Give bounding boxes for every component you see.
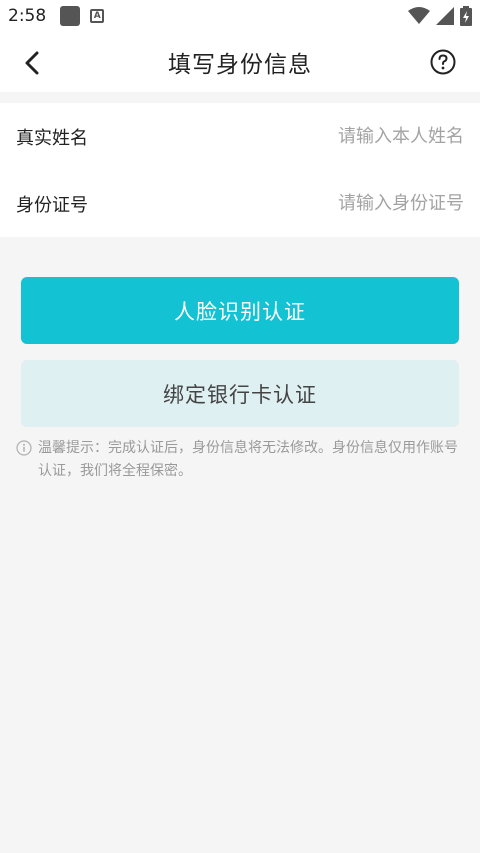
- app-notification-icon: A: [90, 9, 105, 23]
- id-number-input[interactable]: [234, 183, 464, 224]
- face-verify-button[interactable]: 人脸识别认证: [21, 277, 459, 344]
- wifi-icon: [408, 7, 430, 24]
- back-button[interactable]: [16, 46, 50, 80]
- identity-form: 真实姓名 身份证号: [0, 103, 480, 237]
- signal-icon: [436, 7, 454, 25]
- info-icon: [16, 440, 32, 456]
- name-label: 真实姓名: [16, 127, 88, 149]
- name-input[interactable]: [234, 116, 464, 157]
- app-bar: 填写身份信息: [0, 32, 480, 92]
- status-bar: 2:58 A: [0, 0, 480, 32]
- page-title: 填写身份信息: [168, 52, 312, 78]
- notification-icon: [60, 6, 81, 26]
- tip-text: 温馨提示：完成认证后，身份信息将无法修改。身份信息仅用作账号认证，我们将全程保密…: [38, 440, 458, 479]
- name-row: 真实姓名: [0, 103, 480, 170]
- status-time: 2:58: [8, 6, 47, 26]
- status-indicators: [408, 6, 472, 26]
- back-arrow-icon: [25, 51, 39, 75]
- bank-card-verify-button[interactable]: 绑定银行卡认证: [21, 360, 459, 427]
- id-number-label: 身份证号: [16, 194, 88, 216]
- question-circle-icon: [430, 49, 456, 75]
- help-button[interactable]: [428, 47, 458, 77]
- id-number-row: 身份证号: [0, 170, 480, 237]
- battery-icon: [460, 6, 472, 26]
- tip: 温馨提示：完成认证后，身份信息将无法修改。身份信息仅用作账号认证，我们将全程保密…: [16, 437, 466, 483]
